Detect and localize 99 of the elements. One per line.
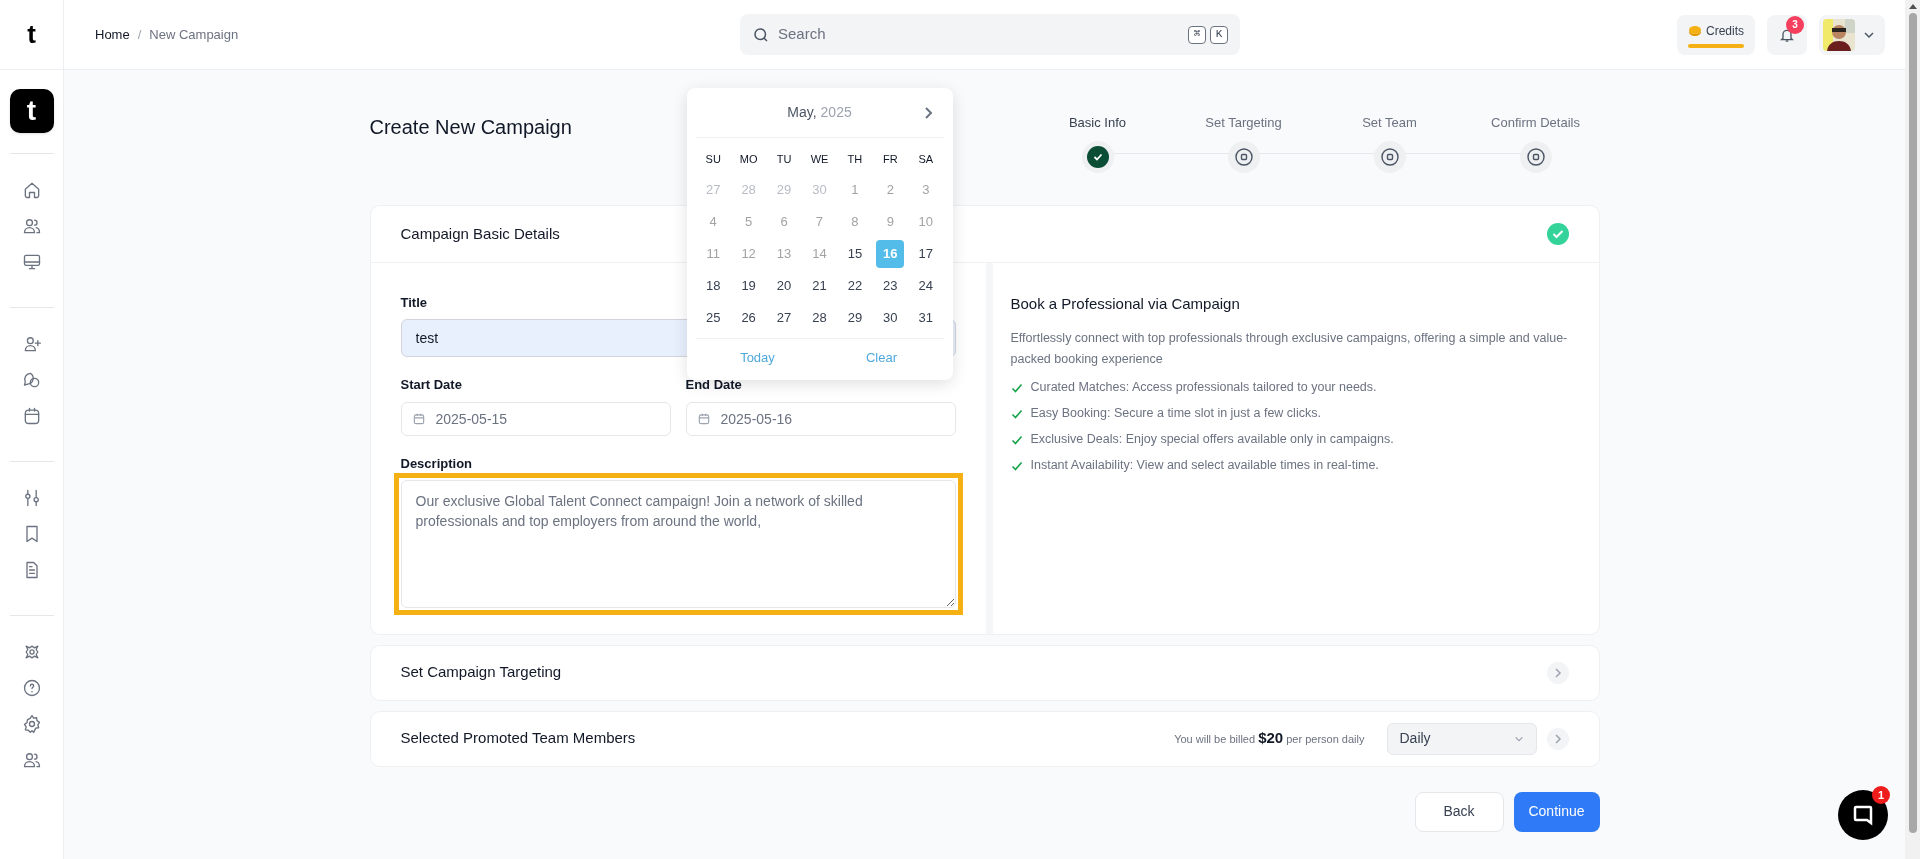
logo[interactable]: t xyxy=(27,15,36,54)
weekday-label: TH xyxy=(846,151,864,167)
calendar-day: 14 xyxy=(805,240,834,268)
calendar-day: 10 xyxy=(911,208,940,236)
weekday-label: SU xyxy=(704,151,722,167)
calendar-day[interactable]: 20 xyxy=(770,272,799,300)
calendar-day: 12 xyxy=(734,240,763,268)
users-icon[interactable] xyxy=(21,216,42,236)
calendar-day: 5 xyxy=(734,208,763,236)
search-input[interactable]: Search xyxy=(778,23,1180,46)
next-month-icon[interactable] xyxy=(923,106,934,120)
weekday-label: SA xyxy=(917,151,935,167)
calendar-day: 29 xyxy=(770,176,799,204)
calendar-day: 6 xyxy=(770,208,799,236)
field-label: Title xyxy=(400,294,428,312)
section-title: Selected Promoted Team Members xyxy=(400,728,637,749)
bullet-text: Instant Availability: View and select available times in real-time. xyxy=(1030,457,1379,475)
check-icon xyxy=(1010,459,1023,472)
page-title: Create New Campaign xyxy=(369,115,572,140)
bullet-text: Exclusive Deals: Enjoy special offers available only in campaigns. xyxy=(1030,431,1394,449)
calendar-day: 30 xyxy=(805,176,834,204)
notifications-button[interactable]: 3 xyxy=(1767,14,1807,55)
calendar-day: 1 xyxy=(840,176,869,204)
step-indicator[interactable] xyxy=(1519,140,1552,173)
breadcrumb-link[interactable]: New Campaign xyxy=(149,24,239,45)
breadcrumb-link[interactable]: Home xyxy=(95,24,130,45)
chat-bubbles-icon[interactable] xyxy=(21,370,42,390)
step-label: Set Targeting xyxy=(1205,114,1282,132)
calendar-month: May, xyxy=(787,103,817,122)
calendar-day[interactable]: 24 xyxy=(911,272,940,300)
calendar-day[interactable]: 15 xyxy=(840,240,869,268)
profile-menu[interactable] xyxy=(1819,14,1885,55)
credits-button[interactable]: Credits xyxy=(1677,14,1755,55)
chevron-right-icon xyxy=(1546,661,1569,684)
calendar-day: 3 xyxy=(911,176,940,204)
frequency-select[interactable]: Daily xyxy=(1386,722,1537,755)
field-label: Description xyxy=(400,455,473,473)
calendar-day: 27 xyxy=(699,176,728,204)
credits-bar xyxy=(1688,43,1744,48)
breadcrumb-separator: / xyxy=(137,25,142,44)
calendar-day[interactable]: 21 xyxy=(805,272,834,300)
check-icon xyxy=(1010,433,1023,446)
chat-icon xyxy=(1851,803,1875,827)
calendar-day: 13 xyxy=(770,240,799,268)
calendar-icon xyxy=(411,412,426,426)
step-label: Set Team xyxy=(1362,114,1417,132)
calendar-icon xyxy=(696,412,711,426)
calendar-day[interactable]: 17 xyxy=(911,240,940,268)
app-logo-letter: t xyxy=(26,94,37,128)
end-date-field[interactable]: 2025-05-16 xyxy=(685,402,956,436)
step-label: Basic Info xyxy=(1068,114,1127,132)
back-button[interactable]: Back xyxy=(1414,791,1504,832)
calendar-day[interactable]: 22 xyxy=(840,272,869,300)
calendar-day[interactable]: 23 xyxy=(876,272,905,300)
info-title: Book a Professional via Campaign xyxy=(1010,294,1241,314)
start-date-field[interactable]: 2025-05-15 xyxy=(400,402,671,436)
calendar-day: 8 xyxy=(840,208,869,236)
settings-icon[interactable] xyxy=(21,714,42,734)
shortcut-key: ⌘ xyxy=(1188,25,1206,44)
billing-note: You will be billed $20 per person daily xyxy=(1174,728,1365,749)
calendar-day: 28 xyxy=(734,176,763,204)
check-icon xyxy=(1010,407,1023,420)
calendar-day: 7 xyxy=(805,208,834,236)
help-icon[interactable] xyxy=(21,678,42,698)
weekday-label: WE xyxy=(809,151,830,167)
step-label: Confirm Details xyxy=(1491,114,1580,132)
step-indicator[interactable] xyxy=(1227,140,1260,173)
calendar-day: 9 xyxy=(876,208,905,236)
section-title: Campaign Basic Details xyxy=(400,223,560,244)
calendar-day[interactable]: 18 xyxy=(699,272,728,300)
field-label: End Date xyxy=(685,375,743,394)
monitor-icon[interactable] xyxy=(21,252,42,272)
weekday-label: FR xyxy=(882,151,899,167)
description-input[interactable]: Our exclusive Global Talent Connect campaign! Join a network of skilled professionals and top employers from around the world, xyxy=(400,479,956,608)
field-label: Start Date xyxy=(400,375,463,394)
step-indicator[interactable] xyxy=(1373,140,1406,173)
calendar-day: 2 xyxy=(876,176,905,204)
calendar-year: 2025 xyxy=(820,103,852,122)
weekday-label: TU xyxy=(775,151,793,167)
check-icon xyxy=(1010,381,1023,394)
search-icon xyxy=(752,25,770,44)
chat-badge: 1 xyxy=(1872,786,1890,804)
info-text: Effortlessly connect with top professionals through exclusive campaigns, offering a simple and value-packed booking experience xyxy=(1010,329,1569,368)
calendar-day[interactable]: 19 xyxy=(734,272,763,300)
scrollbar[interactable] xyxy=(1905,0,1920,859)
calendar-day: 11 xyxy=(699,240,728,268)
notification-badge: 3 xyxy=(1786,15,1804,34)
bullet-text: Curated Matches: Access professionals tailored to your needs. xyxy=(1030,379,1377,397)
app-logo[interactable]: t xyxy=(9,89,54,133)
targeting-card[interactable]: Set Campaign Targeting xyxy=(369,644,1600,701)
shortcut-key: K xyxy=(1210,25,1228,44)
bullet-text: Easy Booking: Secure a time slot in just a few clicks. xyxy=(1030,405,1321,423)
step-indicator[interactable] xyxy=(1081,140,1114,173)
continue-button[interactable]: Continue xyxy=(1513,791,1600,832)
weekday-label: MO xyxy=(738,151,759,167)
coin-icon xyxy=(1688,24,1702,37)
calendar-day: 4 xyxy=(699,208,728,236)
users-icon[interactable] xyxy=(21,750,42,770)
search-field[interactable]: Search ⌘ K xyxy=(740,14,1240,55)
